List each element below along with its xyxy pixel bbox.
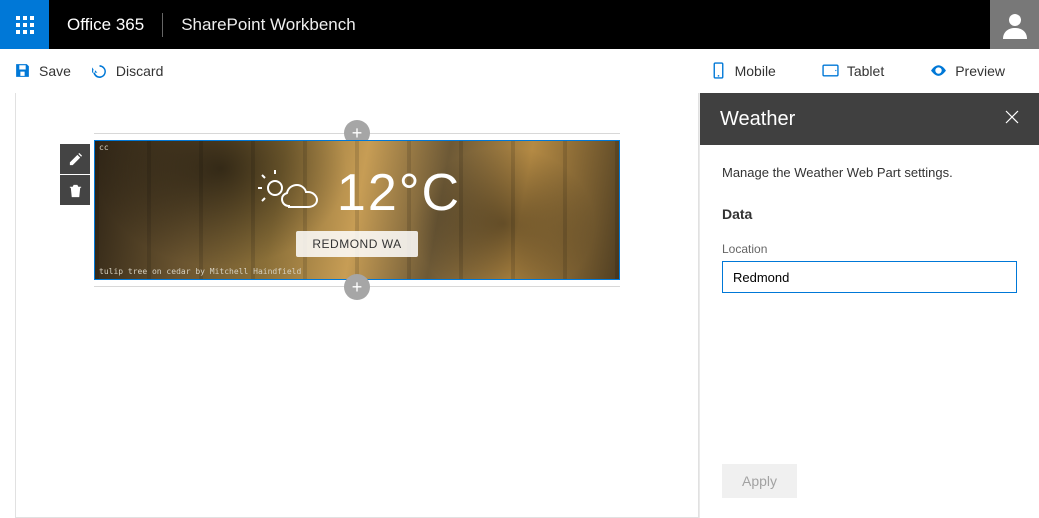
user-avatar[interactable] (990, 0, 1039, 49)
global-nav-bar: Office 365 SharePoint Workbench (0, 0, 1039, 49)
tablet-label: Tablet (847, 63, 884, 79)
pane-header: Weather (700, 93, 1039, 145)
add-webpart-bottom[interactable]: + (344, 274, 370, 300)
tablet-icon (822, 62, 839, 79)
pencil-icon (68, 152, 83, 167)
preview-label: Preview (955, 63, 1005, 79)
save-button[interactable]: Save (14, 62, 71, 79)
location-pill: REDMOND WA (296, 231, 417, 257)
location-input[interactable] (722, 261, 1017, 293)
discard-label: Discard (116, 63, 163, 79)
canvas: + cc (15, 93, 699, 518)
preview-button[interactable]: Preview (930, 62, 1005, 79)
temperature-value: 12°C (337, 163, 461, 223)
tablet-view-button[interactable]: Tablet (822, 62, 884, 79)
webpart-toolbar (60, 144, 90, 205)
mobile-view-button[interactable]: Mobile (710, 62, 776, 79)
pane-description: Manage the Weather Web Part settings. (722, 165, 1017, 180)
apply-button[interactable]: Apply (722, 464, 797, 498)
undo-icon (91, 62, 108, 79)
product-name: SharePoint Workbench (163, 0, 374, 49)
canvas-section: + cc (94, 133, 620, 287)
mobile-icon (710, 62, 727, 79)
waffle-icon (16, 16, 34, 34)
close-pane-button[interactable] (1005, 110, 1019, 129)
pane-title: Weather (720, 108, 795, 131)
trash-icon (68, 183, 83, 198)
mobile-label: Mobile (735, 63, 776, 79)
location-field-label: Location (722, 242, 1017, 256)
command-bar: Save Discard Mobile Tablet Preview (0, 49, 1039, 93)
discard-button[interactable]: Discard (91, 62, 163, 79)
pane-group-title: Data (722, 206, 1017, 222)
weather-webpart[interactable]: cc (94, 140, 620, 280)
photo-credit: tulip tree on cedar by Mitchell Haindfie… (99, 267, 301, 276)
save-label: Save (39, 63, 71, 79)
app-launcher-waffle[interactable] (0, 0, 49, 49)
webpart-frame: cc (94, 140, 620, 280)
person-icon (999, 9, 1031, 41)
property-pane: Weather Manage the Weather Web Part sett… (699, 93, 1039, 518)
close-icon (1005, 110, 1019, 124)
delete-webpart-button[interactable] (60, 175, 90, 205)
suite-brand[interactable]: Office 365 (49, 0, 162, 49)
edit-webpart-button[interactable] (60, 144, 90, 174)
weather-condition-icon (253, 168, 323, 218)
save-icon (14, 62, 31, 79)
eye-icon (930, 62, 947, 79)
